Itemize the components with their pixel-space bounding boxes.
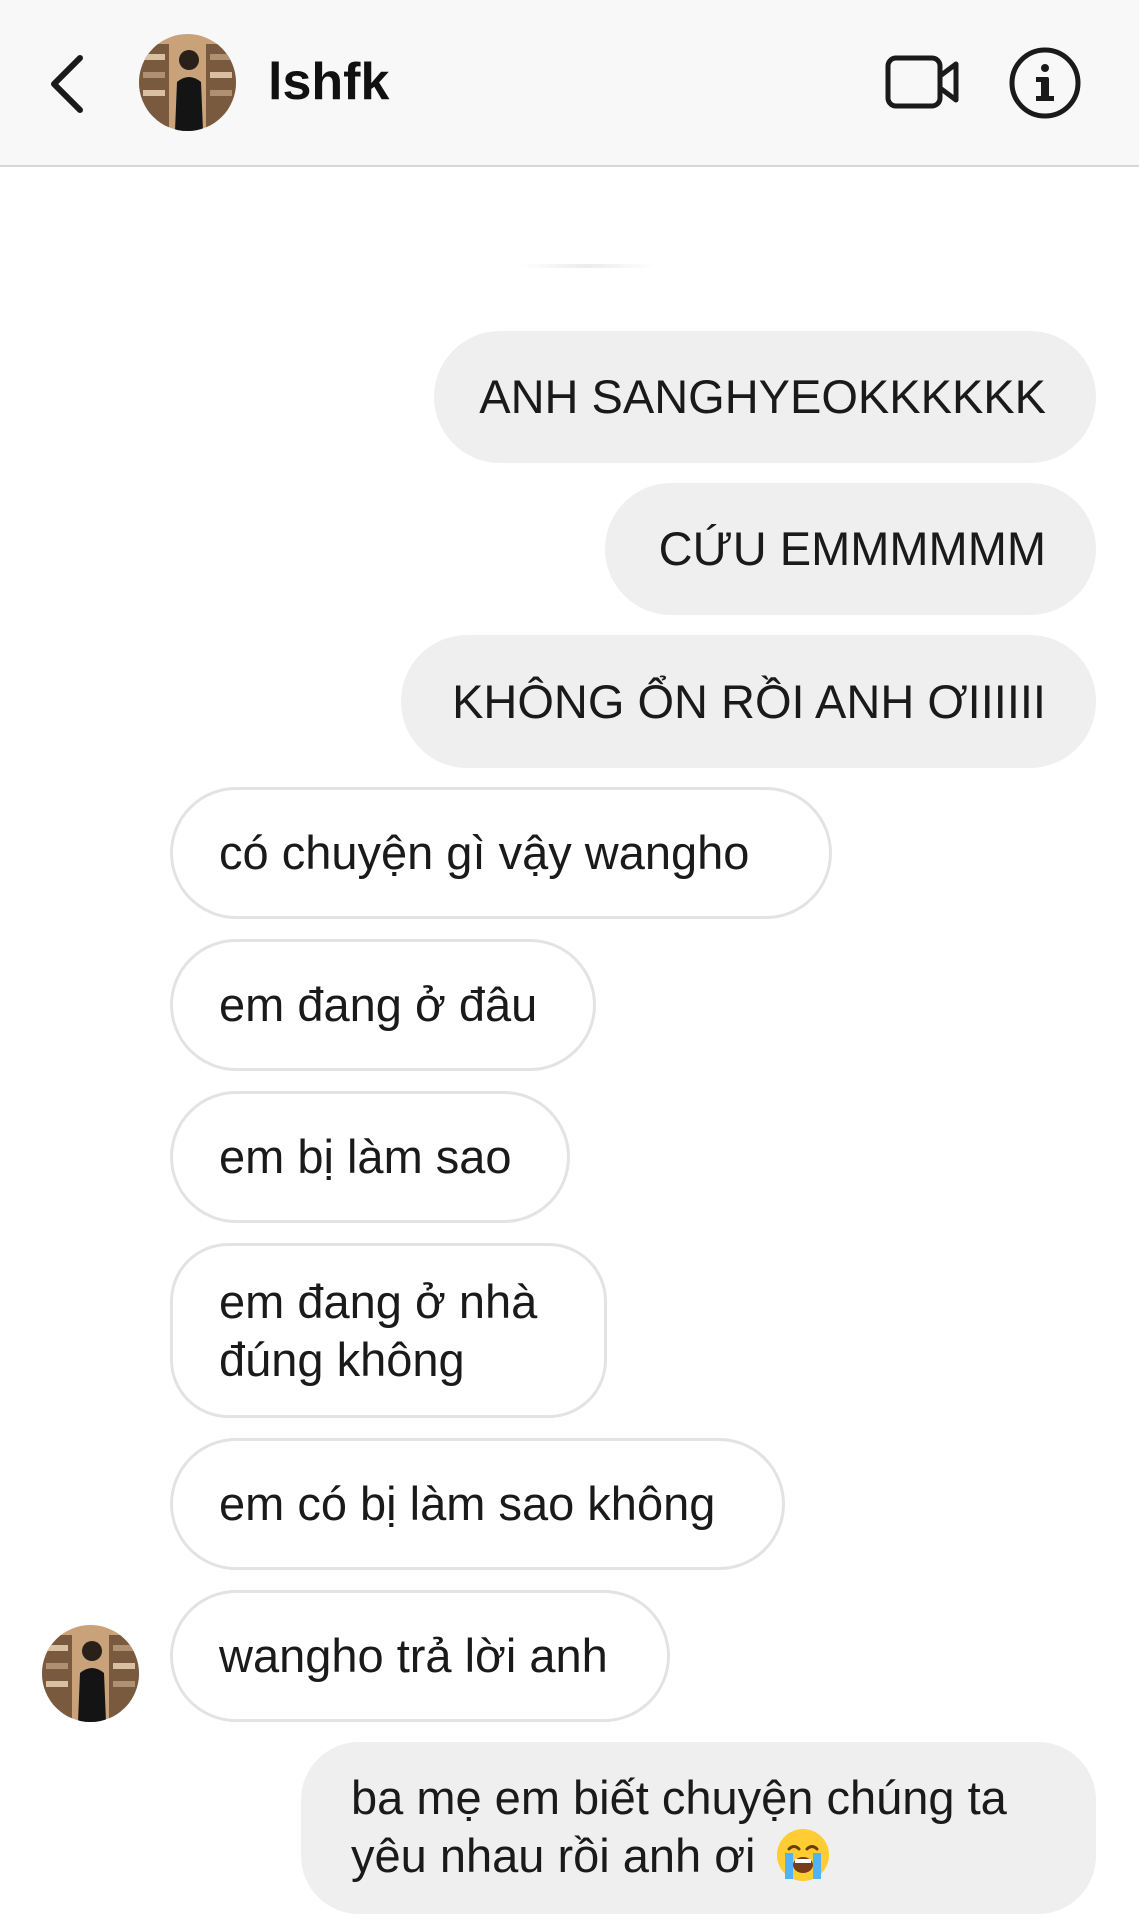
info-icon <box>1009 47 1081 119</box>
message-outgoing[interactable]: CỨU EMMMMMM <box>605 483 1096 615</box>
message-text: CỨU EMMMMMM <box>658 522 1046 575</box>
message-incoming[interactable]: em bị làm sao <box>170 1091 570 1223</box>
message-text: em đang ở đâu <box>219 978 538 1031</box>
message-text: ANH SANGHYEOKKKKKK <box>479 370 1046 423</box>
message-text: wangho trả lời anh <box>219 1629 608 1682</box>
message-text: có chuyện gì vậy wangho <box>219 826 750 879</box>
back-button[interactable] <box>40 44 100 124</box>
message-incoming[interactable]: em đang ở đâu <box>170 939 596 1071</box>
profile-photo <box>42 1625 139 1722</box>
info-button[interactable] <box>1008 46 1082 120</box>
video-call-button[interactable] <box>884 52 962 112</box>
loudly-crying-face-icon <box>776 1829 829 1882</box>
message-outgoing[interactable]: KHÔNG ỔN RỒI ANH ƠIIIIII <box>401 635 1096 768</box>
message-outgoing[interactable]: ba mẹ em biết chuyện chúng ta yêu nhau r… <box>301 1742 1096 1914</box>
avatar[interactable] <box>42 1625 139 1722</box>
chevron-left-icon <box>51 55 83 113</box>
message-incoming[interactable]: em đang ở nhà đúng không <box>170 1243 607 1418</box>
video-call-icon <box>885 55 959 109</box>
message-text: ba mẹ em biết chuyện chúng ta yêu nhau r… <box>351 1770 1007 1882</box>
message-text: em bị làm sao <box>219 1130 512 1183</box>
message-text: KHÔNG ỔN RỒI ANH ƠIIIIII <box>452 674 1046 728</box>
divider <box>520 264 655 268</box>
chat-header: lshfk <box>0 0 1139 167</box>
message-incoming[interactable]: em có bị làm sao không <box>170 1438 785 1570</box>
chat-username[interactable]: lshfk <box>268 52 389 112</box>
message-incoming[interactable]: wangho trả lời anh <box>170 1590 670 1722</box>
profile-photo <box>139 34 236 131</box>
avatar[interactable] <box>139 34 236 131</box>
message-incoming[interactable]: có chuyện gì vậy wangho <box>170 787 832 919</box>
message-text: em có bị làm sao không <box>219 1477 716 1530</box>
message-text: em đang ở nhà đúng không <box>219 1274 538 1386</box>
message-outgoing[interactable]: ANH SANGHYEOKKKKKK <box>434 331 1096 463</box>
message-content: ba mẹ em biết chuyện chúng ta yêu nhau r… <box>351 1769 1046 1888</box>
